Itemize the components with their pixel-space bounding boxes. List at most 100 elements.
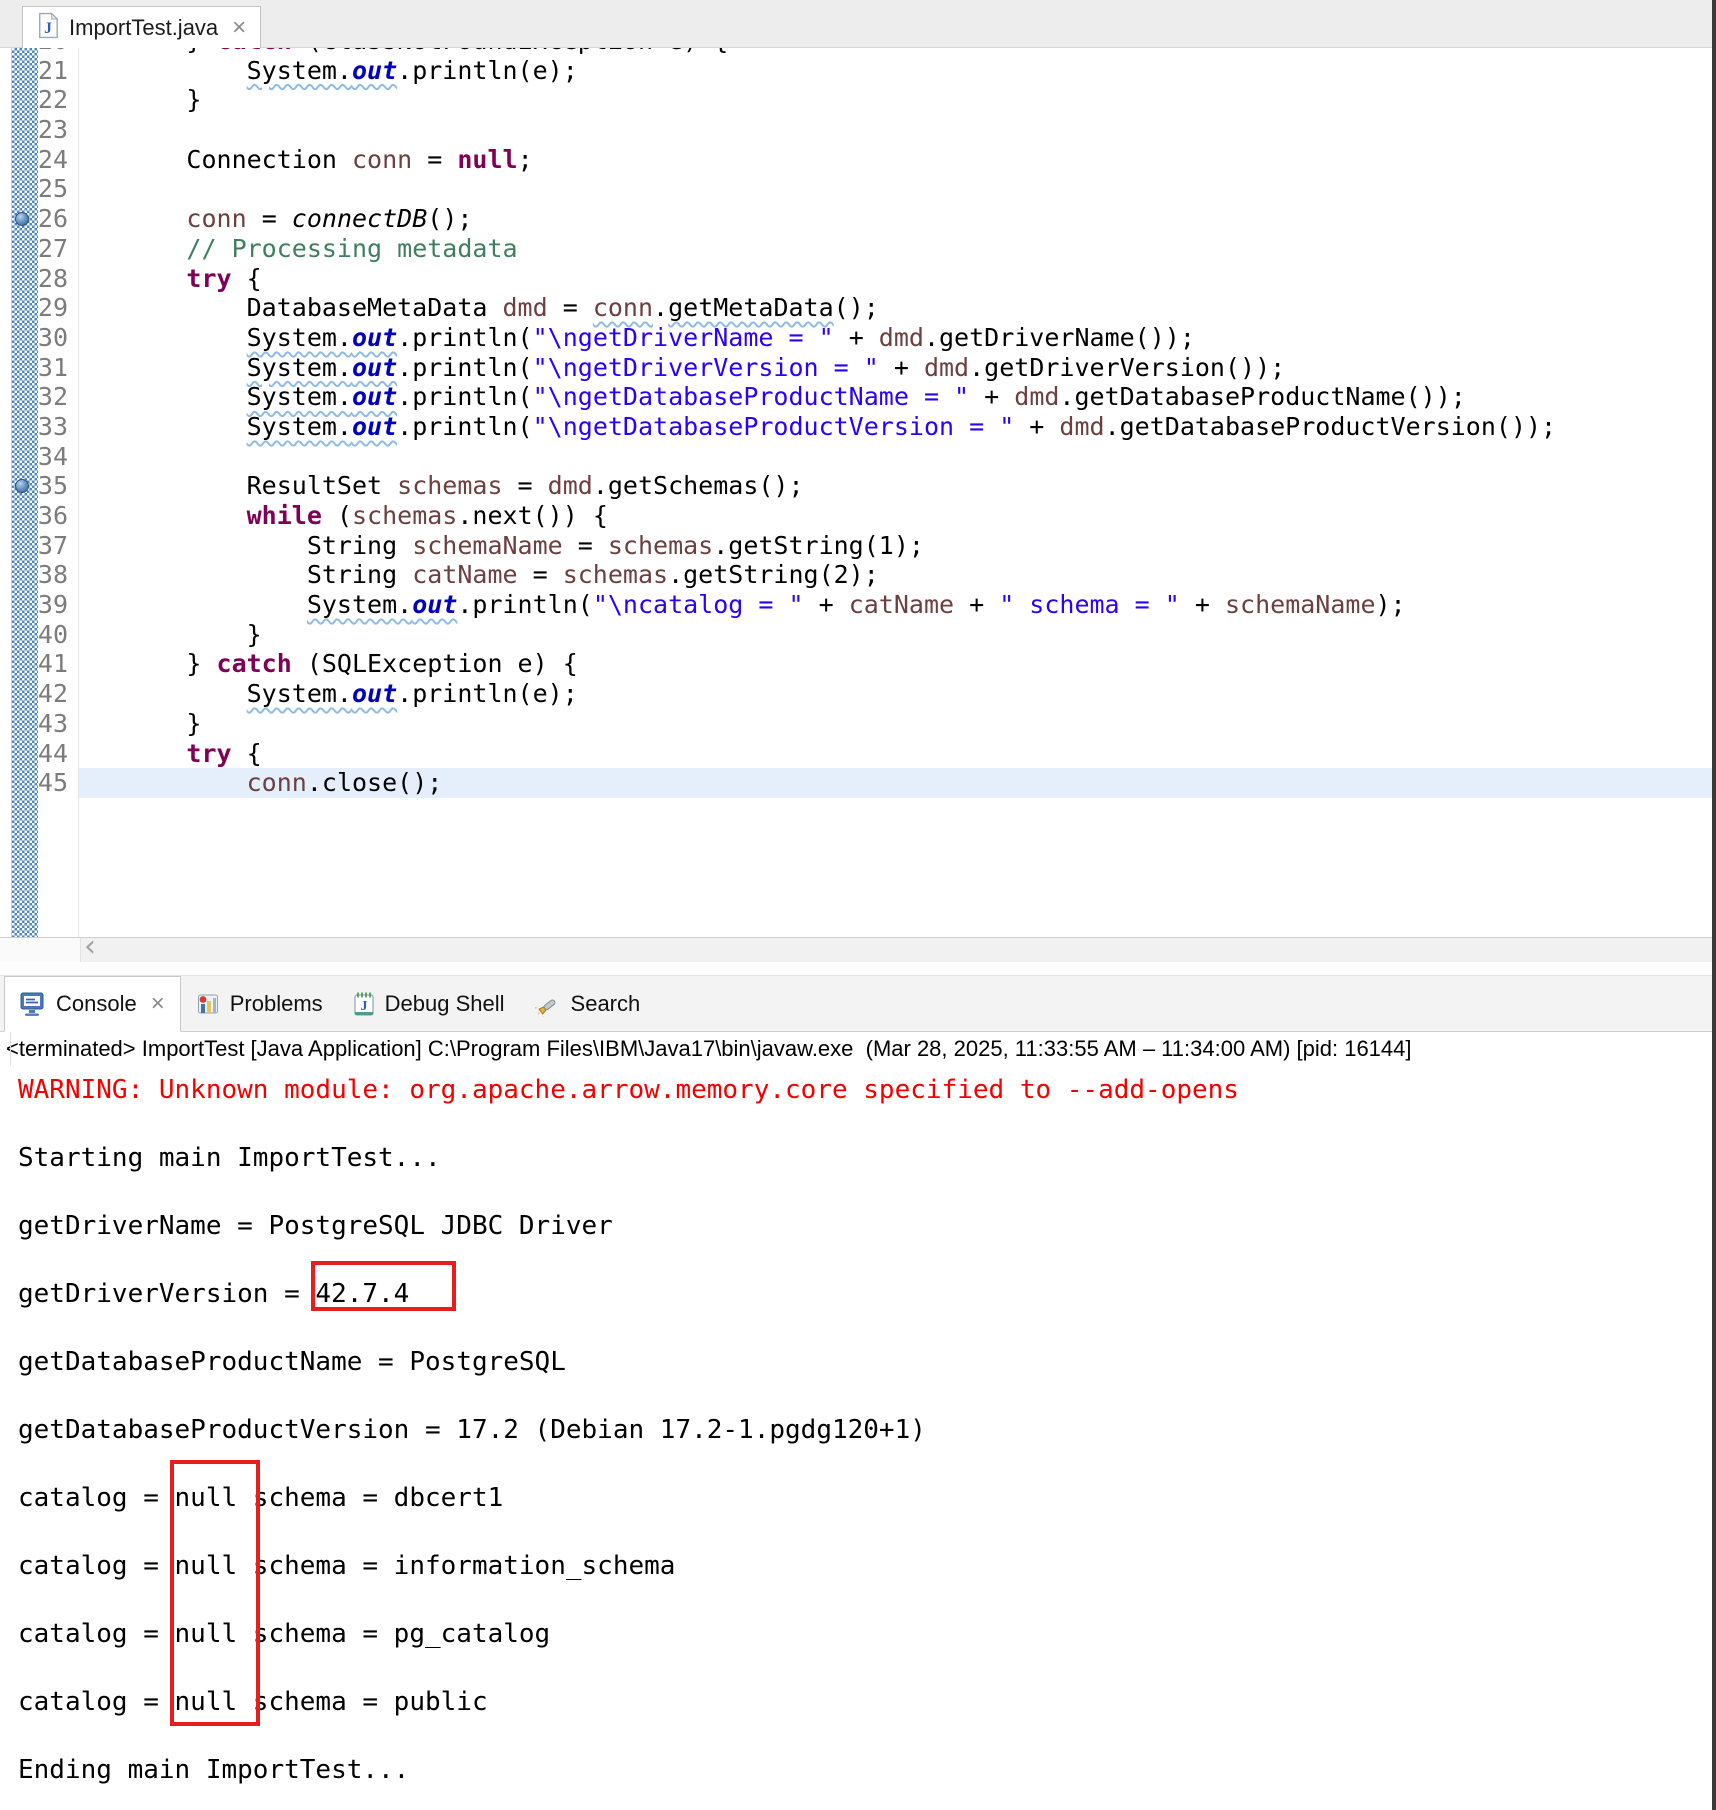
- code-text: } catch (ClassNotFoundException e) {: [0, 48, 1716, 56]
- svg-text:J: J: [44, 19, 52, 36]
- code-text: }: [0, 620, 1716, 650]
- code-editor[interactable]: 20 } catch (ClassNotFoundException e) {2…: [0, 48, 1716, 937]
- code-text: System.out.println(e);: [0, 56, 1716, 86]
- annotation-null-values-box: [170, 1460, 260, 1726]
- tab-importtest-java[interactable]: J ImportTest.java ×: [22, 6, 261, 48]
- code-line[interactable]: 45 conn.close();: [0, 768, 1716, 798]
- code-text: }: [0, 709, 1716, 739]
- console-line: [18, 1651, 1716, 1685]
- code-line[interactable]: 31 System.out.println("\ngetDriverVersio…: [0, 353, 1716, 383]
- close-icon[interactable]: ×: [232, 16, 246, 40]
- console-line: [18, 1107, 1716, 1141]
- code-text: }: [0, 85, 1716, 115]
- console-line: [18, 1719, 1716, 1753]
- code-line[interactable]: 40 }: [0, 620, 1716, 650]
- console-line: catalog = null schema = pg_catalog: [18, 1617, 1716, 1651]
- code-line[interactable]: 42 System.out.println(e);: [0, 679, 1716, 709]
- console-line: [18, 1583, 1716, 1617]
- code-text: conn.close();: [0, 768, 1716, 798]
- code-line[interactable]: 43 }: [0, 709, 1716, 739]
- console-line: WARNING: Unknown module: org.apache.arro…: [18, 1073, 1716, 1107]
- line-number[interactable]: 23: [30, 115, 68, 145]
- code-text: System.out.println("\ncatalog = " + catN…: [0, 590, 1716, 620]
- code-line[interactable]: 44 try {: [0, 739, 1716, 769]
- console-line: Starting main ImportTest...: [18, 1141, 1716, 1175]
- code-line[interactable]: 39 System.out.println("\ncatalog = " + c…: [0, 590, 1716, 620]
- code-text: DatabaseMetaData dmd = conn.getMetaData(…: [0, 293, 1716, 323]
- code-text: ResultSet schemas = dmd.getSchemas();: [0, 471, 1716, 501]
- code-line[interactable]: 35 ResultSet schemas = dmd.getSchemas();: [0, 471, 1716, 501]
- code-text: } catch (SQLException e) {: [0, 649, 1716, 679]
- annotation-driver-version-box: [311, 1261, 456, 1311]
- line-number[interactable]: 25: [30, 174, 68, 204]
- code-text: try {: [0, 739, 1716, 769]
- console-line: getDatabaseProductName = PostgreSQL: [18, 1345, 1716, 1379]
- tab-debug-shell[interactable]: J Debug Shell: [338, 976, 520, 1031]
- line-number[interactable]: 34: [30, 442, 68, 472]
- code-text: System.out.println("\ngetDriverVersion =…: [0, 353, 1716, 383]
- tab-debug-shell-label: Debug Shell: [385, 991, 505, 1017]
- console-icon: [20, 992, 46, 1017]
- code-text: System.out.println("\ngetDatabaseProduct…: [0, 412, 1716, 442]
- code-line[interactable]: 23: [0, 115, 1716, 145]
- tab-search-label: Search: [571, 991, 641, 1017]
- scroll-left-chevron-icon[interactable]: ‹: [84, 932, 96, 962]
- code-line[interactable]: 20 } catch (ClassNotFoundException e) {: [0, 48, 1716, 56]
- code-line[interactable]: 41 } catch (SQLException e) {: [0, 649, 1716, 679]
- console-line: getDatabaseProductVersion = 17.2 (Debian…: [18, 1413, 1716, 1447]
- code-text: Connection conn = null;: [0, 145, 1716, 175]
- console-line: catalog = null schema = dbcert1: [18, 1481, 1716, 1515]
- editor-tab-title: ImportTest.java: [69, 15, 218, 41]
- console-line: getDriverVersion = 42.7.4: [18, 1277, 1716, 1311]
- tab-console[interactable]: Console ×: [4, 976, 181, 1032]
- console-line: [18, 1175, 1716, 1209]
- code-line[interactable]: 37 String schemaName = schemas.getString…: [0, 531, 1716, 561]
- tab-console-label: Console: [56, 991, 137, 1017]
- tab-search[interactable]: Search: [520, 976, 656, 1031]
- code-text: while (schemas.next()) {: [0, 501, 1716, 531]
- code-line[interactable]: 36 while (schemas.next()) {: [0, 501, 1716, 531]
- code-text: String schemaName = schemas.getString(1)…: [0, 531, 1716, 561]
- console-line: catalog = null schema = public: [18, 1685, 1716, 1719]
- code-lines: 20 } catch (ClassNotFoundException e) {2…: [0, 48, 1716, 798]
- console-output[interactable]: WARNING: Unknown module: org.apache.arro…: [0, 1066, 1716, 1810]
- code-line[interactable]: 29 DatabaseMetaData dmd = conn.getMetaDa…: [0, 293, 1716, 323]
- code-text: String catName = schemas.getString(2);: [0, 560, 1716, 590]
- code-line[interactable]: 32 System.out.println("\ngetDatabaseProd…: [0, 382, 1716, 412]
- code-line[interactable]: 30 System.out.println("\ngetDriverName =…: [0, 323, 1716, 353]
- code-line[interactable]: 28 try {: [0, 264, 1716, 294]
- code-line[interactable]: 34: [0, 442, 1716, 472]
- editor-tab-bar: J ImportTest.java ×: [0, 0, 1716, 48]
- console-line: [18, 1447, 1716, 1481]
- debug-shell-icon: J: [353, 991, 375, 1017]
- console-line: [18, 1311, 1716, 1345]
- console-tab-bar: Console × Problems J: [0, 975, 1716, 1032]
- view-separator: [0, 962, 1716, 975]
- code-text: System.out.println("\ngetDriverName = " …: [0, 323, 1716, 353]
- code-line[interactable]: 27 // Processing metadata: [0, 234, 1716, 264]
- tab-problems[interactable]: Problems: [181, 976, 338, 1031]
- svg-text:J: J: [360, 999, 367, 1014]
- close-icon[interactable]: ×: [151, 992, 165, 1016]
- console-line: Ending main ImportTest...: [18, 1753, 1716, 1787]
- code-text: try {: [0, 264, 1716, 294]
- code-text: System.out.println(e);: [0, 679, 1716, 709]
- eclipse-ide-window: J ImportTest.java × 20 } catch (ClassNot…: [0, 0, 1716, 1810]
- code-line[interactable]: 38 String catName = schemas.getString(2)…: [0, 560, 1716, 590]
- code-line[interactable]: 22 }: [0, 85, 1716, 115]
- code-line[interactable]: 24 Connection conn = null;: [0, 145, 1716, 175]
- code-line[interactable]: 21 System.out.println(e);: [0, 56, 1716, 86]
- console-line: catalog = null schema = information_sche…: [18, 1549, 1716, 1583]
- tab-problems-label: Problems: [230, 991, 323, 1017]
- code-text: conn = connectDB();: [0, 204, 1716, 234]
- code-line[interactable]: 33 System.out.println("\ngetDatabaseProd…: [0, 412, 1716, 442]
- code-line[interactable]: 26 conn = connectDB();: [0, 204, 1716, 234]
- search-flashlight-icon: [535, 991, 561, 1017]
- scrollbar-corner: [0, 938, 81, 962]
- console-line: [18, 1379, 1716, 1413]
- console-line: [18, 1243, 1716, 1277]
- console-line: getDriverName = PostgreSQL JDBC Driver: [18, 1209, 1716, 1243]
- editor-horizontal-scrollbar[interactable]: ‹: [0, 937, 1716, 962]
- code-line[interactable]: 25: [0, 174, 1716, 204]
- code-text: // Processing metadata: [0, 234, 1716, 264]
